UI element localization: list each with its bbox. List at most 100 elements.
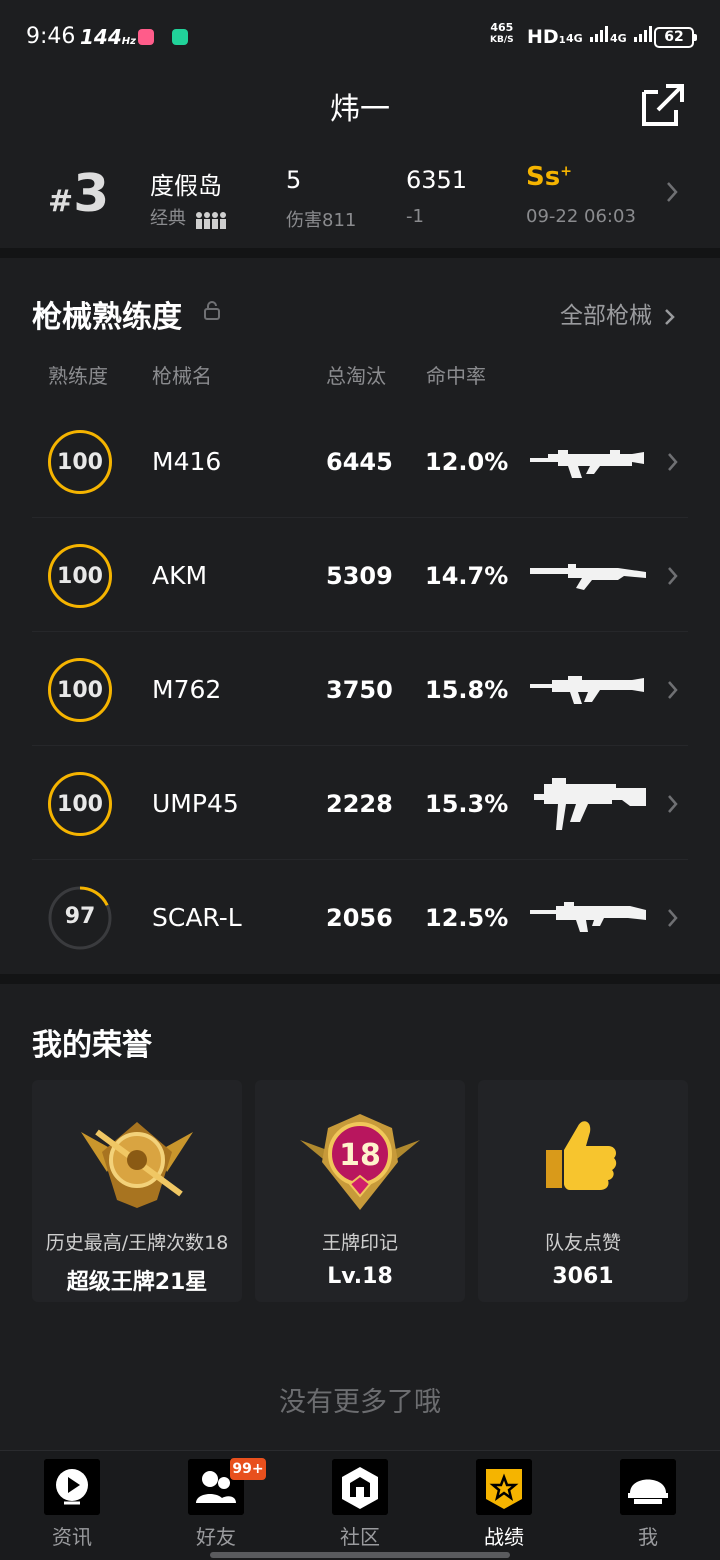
scar-l-rifle-icon bbox=[530, 902, 646, 932]
profile-helmet-icon bbox=[620, 1459, 676, 1515]
match-kills: 5 bbox=[286, 166, 302, 194]
battery-icon: 62 bbox=[654, 27, 697, 48]
all-weapons-link[interactable]: 全部枪械 bbox=[560, 296, 677, 330]
chevron-right-icon bbox=[665, 308, 676, 325]
signal-icon: 4G bbox=[610, 26, 652, 46]
thumbs-up-icon bbox=[546, 1121, 617, 1190]
weapon-kills: 5309 bbox=[326, 562, 393, 590]
share-icon bbox=[642, 84, 684, 126]
honor-value: Lv.18 bbox=[327, 1264, 393, 1289]
weapon-row[interactable]: 100 UMP45 2228 15.3% bbox=[32, 748, 688, 860]
unlock-icon bbox=[204, 301, 220, 320]
ump45-smg-icon bbox=[534, 778, 646, 830]
honor-card-ace-rank[interactable]: 历史最高/王牌次数18 超级王牌21星 bbox=[32, 1080, 242, 1302]
chevron-right-icon bbox=[667, 182, 678, 202]
weapon-kills: 6445 bbox=[326, 448, 393, 476]
m416-rifle-icon bbox=[530, 450, 644, 478]
honor-label: 王牌印记 bbox=[321, 1232, 398, 1254]
mastery-ring: 100 bbox=[48, 772, 112, 836]
latest-match-row[interactable]: #3 度假岛 经典 5 伤害811 6351 -1 Ss+ 09-22 06:0… bbox=[0, 150, 720, 246]
match-damage: 伤害811 bbox=[286, 210, 357, 231]
section-divider bbox=[0, 248, 720, 258]
honor-value: 超级王牌21星 bbox=[66, 1270, 208, 1295]
tab-records[interactable]: 战绩 bbox=[432, 1451, 576, 1560]
honors-section-title: 我的荣誉 bbox=[32, 1028, 152, 1063]
tab-label: 社区 bbox=[340, 1525, 380, 1549]
column-header-kills: 总淘汰 bbox=[326, 364, 386, 388]
mastery-ring: 100 bbox=[48, 658, 112, 722]
weapon-accuracy: 12.0% bbox=[425, 448, 509, 476]
section-divider bbox=[0, 974, 720, 984]
network-speed: 465 KB/S bbox=[490, 21, 514, 46]
match-score-change: -1 bbox=[406, 206, 424, 227]
weapon-name: UMP45 bbox=[152, 789, 239, 818]
weapon-section-title: 枪械熟练度 bbox=[32, 300, 182, 335]
share-button[interactable] bbox=[640, 82, 686, 128]
weapon-name: M762 bbox=[152, 675, 222, 704]
weapon-row[interactable]: 100 M416 6445 12.0% bbox=[32, 406, 688, 518]
bottom-tab-bar: 资讯 好友 社区 战绩 我 bbox=[0, 1450, 720, 1560]
honor-value: 3061 bbox=[552, 1264, 614, 1289]
honor-label: 历史最高/王牌次数18 bbox=[45, 1232, 229, 1254]
end-of-list-text: 没有更多了哦 bbox=[279, 1387, 441, 1418]
tab-label: 好友 bbox=[196, 1525, 236, 1549]
app-notification-icon bbox=[138, 29, 154, 45]
mastery-ring: 100 bbox=[48, 430, 112, 494]
match-mode: 经典 bbox=[150, 204, 227, 230]
column-header-mastery: 熟练度 bbox=[48, 364, 108, 388]
match-grade: Ss+ bbox=[526, 162, 572, 192]
refresh-rate: 144Hz bbox=[80, 25, 136, 49]
status-time: 9:46 bbox=[26, 24, 76, 49]
weapon-accuracy: 12.5% bbox=[425, 904, 509, 932]
record-icon bbox=[476, 1459, 532, 1515]
weapon-accuracy: 15.8% bbox=[425, 676, 509, 704]
honor-card-ace-mark[interactable]: 18 王牌印记 Lv.18 bbox=[255, 1080, 465, 1302]
weapon-name: SCAR-L bbox=[152, 903, 242, 932]
chevron-right-icon bbox=[668, 567, 678, 585]
signal-icon: 4G bbox=[566, 26, 608, 46]
match-rank: #3 bbox=[48, 164, 110, 224]
tab-profile[interactable]: 我 bbox=[576, 1451, 720, 1560]
match-time: 09-22 06:03 bbox=[526, 206, 636, 227]
honor-label: 队友点赞 bbox=[544, 1232, 621, 1254]
mastery-ring: 100 bbox=[48, 544, 112, 608]
status-bar: 9:46 144Hz 465 KB/S HD1 4G 4G 62 bbox=[0, 0, 720, 76]
m762-rifle-icon bbox=[530, 676, 644, 704]
app-notification-icon bbox=[172, 29, 188, 45]
weapon-row[interactable]: 100 AKM 5309 14.7% bbox=[32, 520, 688, 632]
weapon-kills: 2228 bbox=[326, 790, 393, 818]
weapon-kills: 3750 bbox=[326, 676, 393, 704]
ace-mark-badge-icon: 18 bbox=[300, 1114, 420, 1210]
tab-label: 我 bbox=[638, 1525, 658, 1549]
honor-card-likes[interactable]: 队友点赞 3061 bbox=[478, 1080, 688, 1302]
weapon-accuracy: 14.7% bbox=[425, 562, 509, 590]
column-header-weapon: 枪械名 bbox=[152, 364, 212, 388]
weapon-row[interactable]: 97 SCAR-L 2056 12.5% bbox=[32, 862, 688, 974]
weapon-name: M416 bbox=[152, 447, 222, 476]
mastery-level: 97 bbox=[64, 904, 96, 929]
notification-badge: 99+ bbox=[230, 1458, 266, 1480]
tab-label: 资讯 bbox=[52, 1525, 92, 1549]
column-header-accuracy: 命中率 bbox=[426, 364, 486, 388]
svg-text:18: 18 bbox=[339, 1138, 381, 1173]
hd-indicator: HD1 bbox=[527, 26, 566, 48]
squad-icon bbox=[196, 211, 227, 229]
news-icon bbox=[44, 1459, 100, 1515]
page-title: 炜一 bbox=[330, 92, 390, 127]
akm-rifle-icon bbox=[530, 564, 646, 590]
chevron-right-icon bbox=[668, 795, 678, 813]
tab-news[interactable]: 资讯 bbox=[0, 1451, 144, 1560]
weapon-kills: 2056 bbox=[326, 904, 393, 932]
weapon-row[interactable]: 100 M762 3750 15.8% bbox=[32, 634, 688, 746]
home-indicator[interactable] bbox=[210, 1552, 510, 1558]
tab-community[interactable]: 社区 bbox=[288, 1451, 432, 1560]
community-icon bbox=[332, 1459, 388, 1515]
weapon-name: AKM bbox=[152, 561, 208, 590]
match-score: 6351 bbox=[406, 166, 468, 194]
chevron-right-icon bbox=[668, 681, 678, 699]
tab-friends[interactable]: 好友 bbox=[144, 1451, 288, 1560]
ace-rank-badge-icon bbox=[81, 1122, 193, 1208]
match-map: 度假岛 bbox=[150, 172, 222, 200]
weapon-accuracy: 15.3% bbox=[425, 790, 509, 818]
chevron-right-icon bbox=[668, 453, 678, 471]
